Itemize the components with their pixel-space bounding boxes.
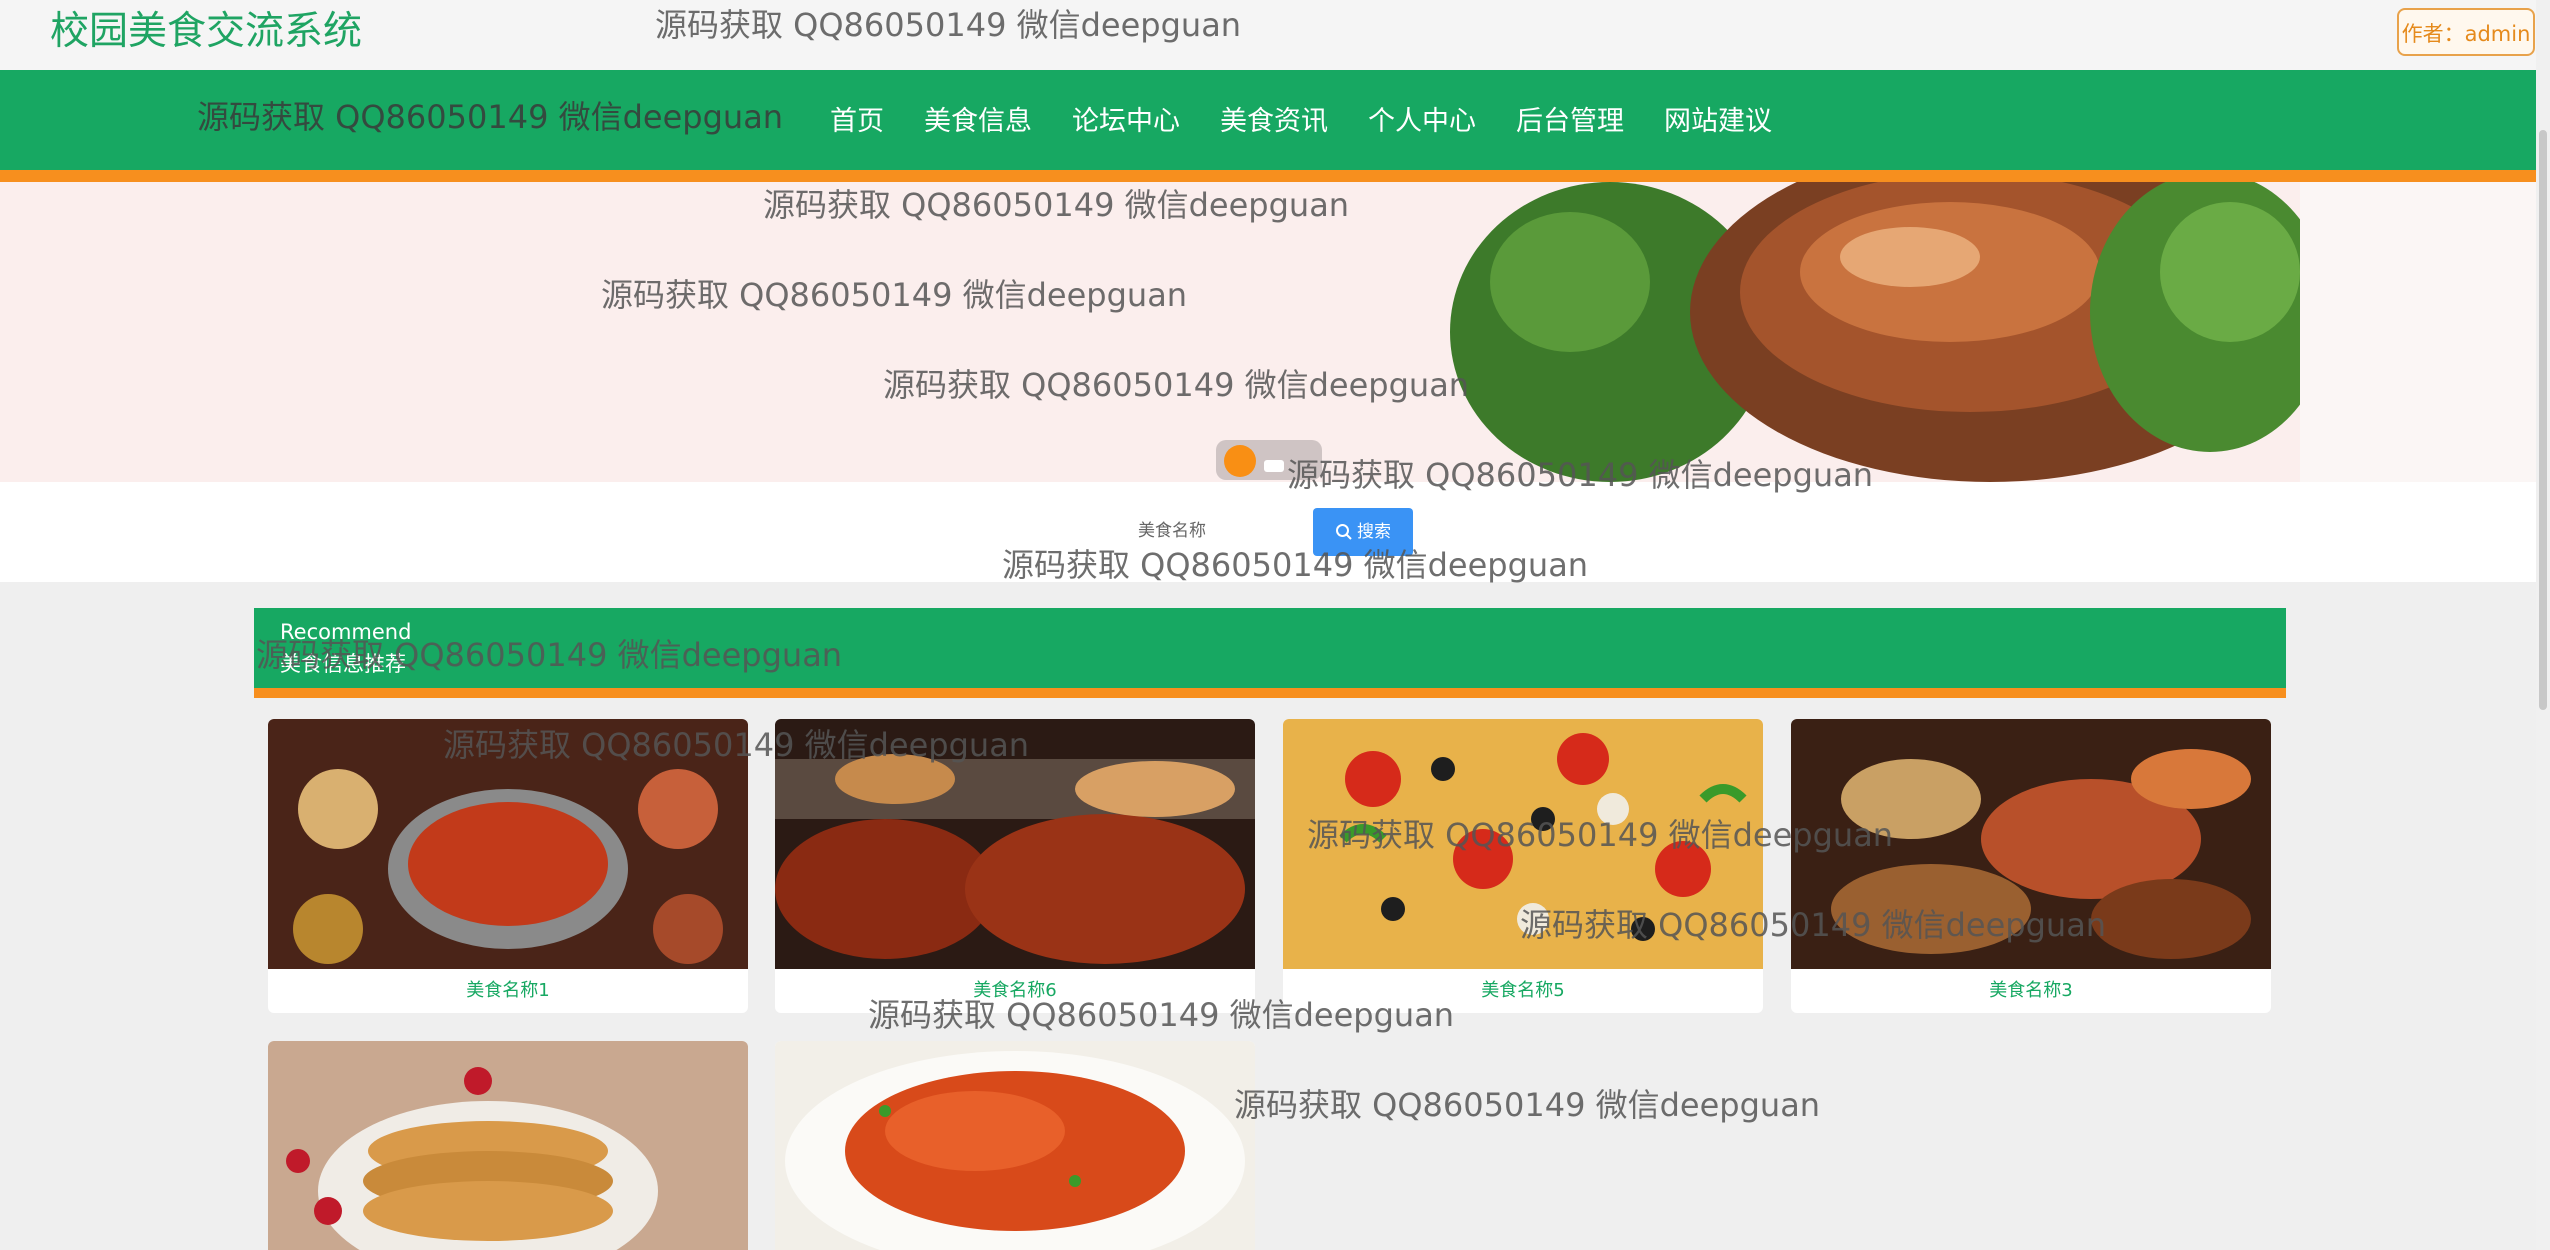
scrollbar-thumb[interactable] — [2539, 130, 2547, 710]
nav-item-food-news[interactable]: 美食资讯 — [1200, 100, 1348, 144]
food-card-name[interactable]: 美食名称1 — [268, 969, 748, 1013]
watermark-text: 源码获取 QQ86050149 微信deepguan — [763, 186, 1350, 224]
section-accent-stripe — [254, 688, 2286, 698]
food-card[interactable]: 美食名称5 — [1283, 719, 1763, 1013]
banner-carousel — [0, 182, 2550, 482]
watermark-text: 源码获取 QQ86050149 微信deepguan — [197, 98, 784, 136]
top-bar — [0, 0, 2550, 70]
nav-item-food-info[interactable]: 美食信息 — [904, 100, 1052, 144]
watermark-text: 源码获取 QQ86050149 微信deepguan — [1002, 546, 1589, 584]
watermark-text: 源码获取 QQ86050149 微信deepguan — [1287, 456, 1874, 494]
search-icon — [1336, 524, 1352, 540]
nav-item-home[interactable]: 首页 — [810, 100, 904, 144]
food-image-sweet-sour-fish — [775, 1041, 1255, 1250]
watermark-text: 源码获取 QQ86050149 微信deepguan — [1307, 816, 1894, 854]
nav-item-profile[interactable]: 个人中心 — [1348, 100, 1496, 144]
watermark-text: 源码获取 QQ86050149 微信deepguan — [256, 636, 843, 674]
watermark-text: 源码获取 QQ86050149 微信deepguan — [868, 996, 1455, 1034]
watermark-text: 源码获取 QQ86050149 微信deepguan — [1520, 906, 2107, 944]
carousel-dot-active[interactable] — [1224, 445, 1256, 477]
food-card-name[interactable]: 美食名称3 — [1791, 969, 2271, 1013]
site-title[interactable]: 校园美食交流系统 — [50, 6, 362, 58]
food-card[interactable] — [775, 1041, 1255, 1250]
watermark-text: 源码获取 QQ86050149 微信deepguan — [601, 276, 1188, 314]
watermark-text: 源码获取 QQ86050149 微信deepguan — [883, 366, 1470, 404]
banner-food-image — [1450, 182, 2330, 482]
food-image-pancakes — [268, 1041, 748, 1250]
search-button-label: 搜索 — [1357, 522, 1391, 542]
food-card[interactable]: 美食名称3 — [1791, 719, 2271, 1013]
carousel-dot[interactable] — [1264, 460, 1284, 472]
food-card[interactable] — [268, 1041, 748, 1250]
watermark-text: 源码获取 QQ86050149 微信deepguan — [1234, 1086, 1821, 1124]
watermark-text: 源码获取 QQ86050149 微信deepguan — [443, 726, 1030, 764]
nav-item-admin[interactable]: 后台管理 — [1496, 100, 1644, 144]
nav-item-suggestions[interactable]: 网站建议 — [1644, 100, 1792, 144]
search-food-name-label[interactable]: 美食名称 — [1138, 516, 1206, 541]
nav-item-forum[interactable]: 论坛中心 — [1052, 100, 1200, 144]
watermark-text: 源码获取 QQ86050149 微信deepguan — [655, 6, 1242, 44]
author-button[interactable]: 作者：admin — [2397, 8, 2535, 56]
